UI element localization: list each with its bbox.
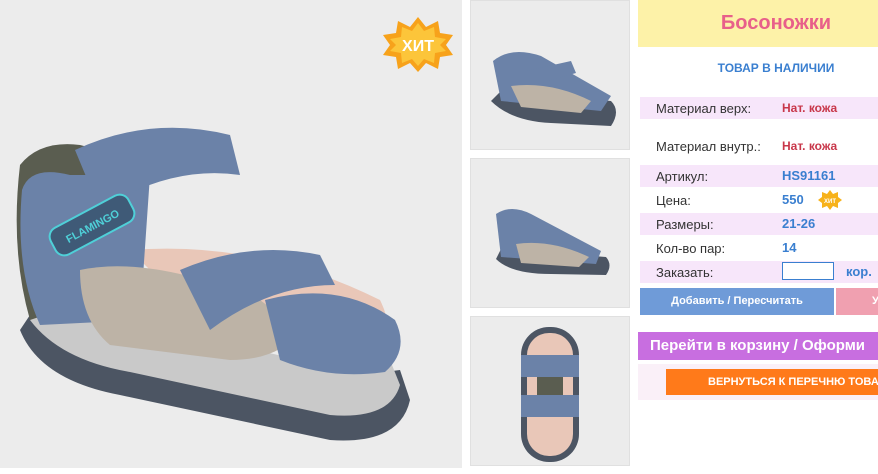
- remove-button[interactable]: У: [836, 288, 878, 315]
- sandal-thumb-side-small: [496, 209, 610, 275]
- thumbnail-1[interactable]: [470, 0, 630, 150]
- order-unit: кор.: [846, 264, 872, 279]
- go-to-cart-button[interactable]: Перейти в корзину / Оформи: [638, 332, 878, 360]
- sandal-thumb-side: [491, 52, 616, 126]
- main-product-image[interactable]: FLAMINGO ХИТ: [0, 0, 462, 468]
- order-label: Заказать:: [656, 265, 714, 280]
- stock-status: ТОВАР В НАЛИЧИИ: [717, 61, 835, 75]
- back-to-list-button[interactable]: ВЕРНУТЬСЯ К ПЕРЕЧНЮ ТОВА: [666, 369, 878, 395]
- spec-value: HS91161: [782, 168, 836, 183]
- order-row: Заказать: кор.: [640, 261, 878, 283]
- product-info-panel: Босоножки ТОВАР В НАЛИЧИИ Материал верх:…: [638, 0, 878, 474]
- thumbnail-2[interactable]: [470, 158, 630, 308]
- spec-label: Материал внутр.:: [656, 139, 761, 154]
- price-value: 550: [782, 192, 804, 207]
- spec-value: 14: [782, 240, 797, 255]
- spec-label: Материал верх:: [656, 101, 752, 116]
- thumbnail-3[interactable]: [470, 316, 630, 466]
- hit-badge: ХИТ: [380, 15, 456, 73]
- spec-label: Размеры:: [656, 217, 714, 232]
- spec-label: Артикул:: [656, 169, 709, 184]
- product-title: Босоножки: [720, 12, 832, 34]
- spec-value: Нат. кожа: [782, 101, 838, 115]
- hit-badge-label: ХИТ: [402, 38, 434, 55]
- spec-row-price: Цена: 550 ХИТ: [640, 189, 878, 211]
- quantity-input[interactable]: [782, 262, 834, 280]
- spec-value: 21-26: [782, 216, 816, 231]
- spec-row-article: Артикул: HS91161: [640, 165, 878, 187]
- spec-value: Нат. кожа: [782, 139, 838, 153]
- spec-label: Кол-во пар:: [656, 241, 726, 256]
- spec-row-inner-material: Материал внутр.: Нат. кожа: [640, 135, 878, 157]
- mini-hit-icon: ХИТ: [818, 190, 842, 210]
- spec-row-pairs: Кол-во пар: 14: [640, 237, 878, 259]
- spec-row-sizes: Размеры: 21-26: [640, 213, 878, 235]
- spec-label: Цена:: [656, 193, 691, 208]
- spec-row-upper-material: Материал верх: Нат. кожа: [640, 97, 878, 119]
- title-bar: Босоножки: [638, 0, 878, 47]
- mini-hit-label: ХИТ: [824, 199, 836, 205]
- back-button-area: ВЕРНУТЬСЯ К ПЕРЕЧНЮ ТОВА: [638, 364, 878, 400]
- hit-starburst-icon: ХИТ: [383, 17, 453, 72]
- add-recalculate-button[interactable]: Добавить / Пересчитать: [640, 288, 834, 315]
- sandal-thumb-top: [521, 327, 579, 462]
